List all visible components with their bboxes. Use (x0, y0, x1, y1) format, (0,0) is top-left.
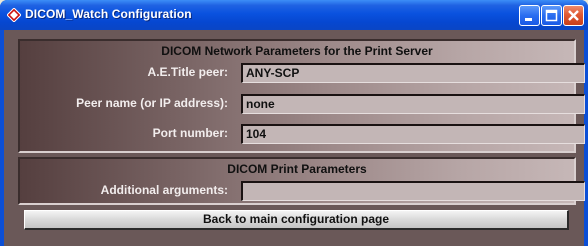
ae-title-label: A.E.Title peer: (147, 65, 228, 79)
network-parameters-panel: DICOM Network Parameters for the Print S… (18, 39, 585, 153)
back-to-main-button[interactable]: Back to main configuration page (24, 210, 569, 230)
maximize-icon (545, 9, 558, 22)
dicom-watch-config-window: DICOM_Watch Configuration DICOM Network … (0, 0, 588, 246)
print-section-title: DICOM Print Parameters (227, 162, 367, 176)
network-section-title: DICOM Network Parameters for the Print S… (161, 44, 433, 58)
additional-arguments-field[interactable] (241, 181, 585, 201)
peer-name-field[interactable]: none (241, 94, 585, 114)
client-area: DICOM Network Parameters for the Print S… (4, 30, 585, 246)
minimize-icon (525, 18, 532, 21)
window-title: DICOM_Watch Configuration (25, 7, 192, 21)
ae-title-field[interactable]: ANY-SCP (241, 63, 585, 83)
peer-name-label: Peer name (or IP address): (76, 96, 228, 110)
port-number-label: Port number: (152, 126, 228, 140)
port-number-field[interactable]: 104 (241, 124, 585, 144)
app-icon (7, 8, 21, 22)
close-button[interactable] (563, 5, 584, 26)
title-bar[interactable]: DICOM_Watch Configuration (0, 0, 588, 30)
maximize-button[interactable] (541, 5, 562, 26)
minimize-button[interactable] (519, 5, 540, 26)
close-icon (568, 10, 579, 21)
print-parameters-panel: DICOM Print Parameters Additional argume… (18, 157, 585, 205)
additional-arguments-label: Additional arguments: (100, 183, 228, 197)
